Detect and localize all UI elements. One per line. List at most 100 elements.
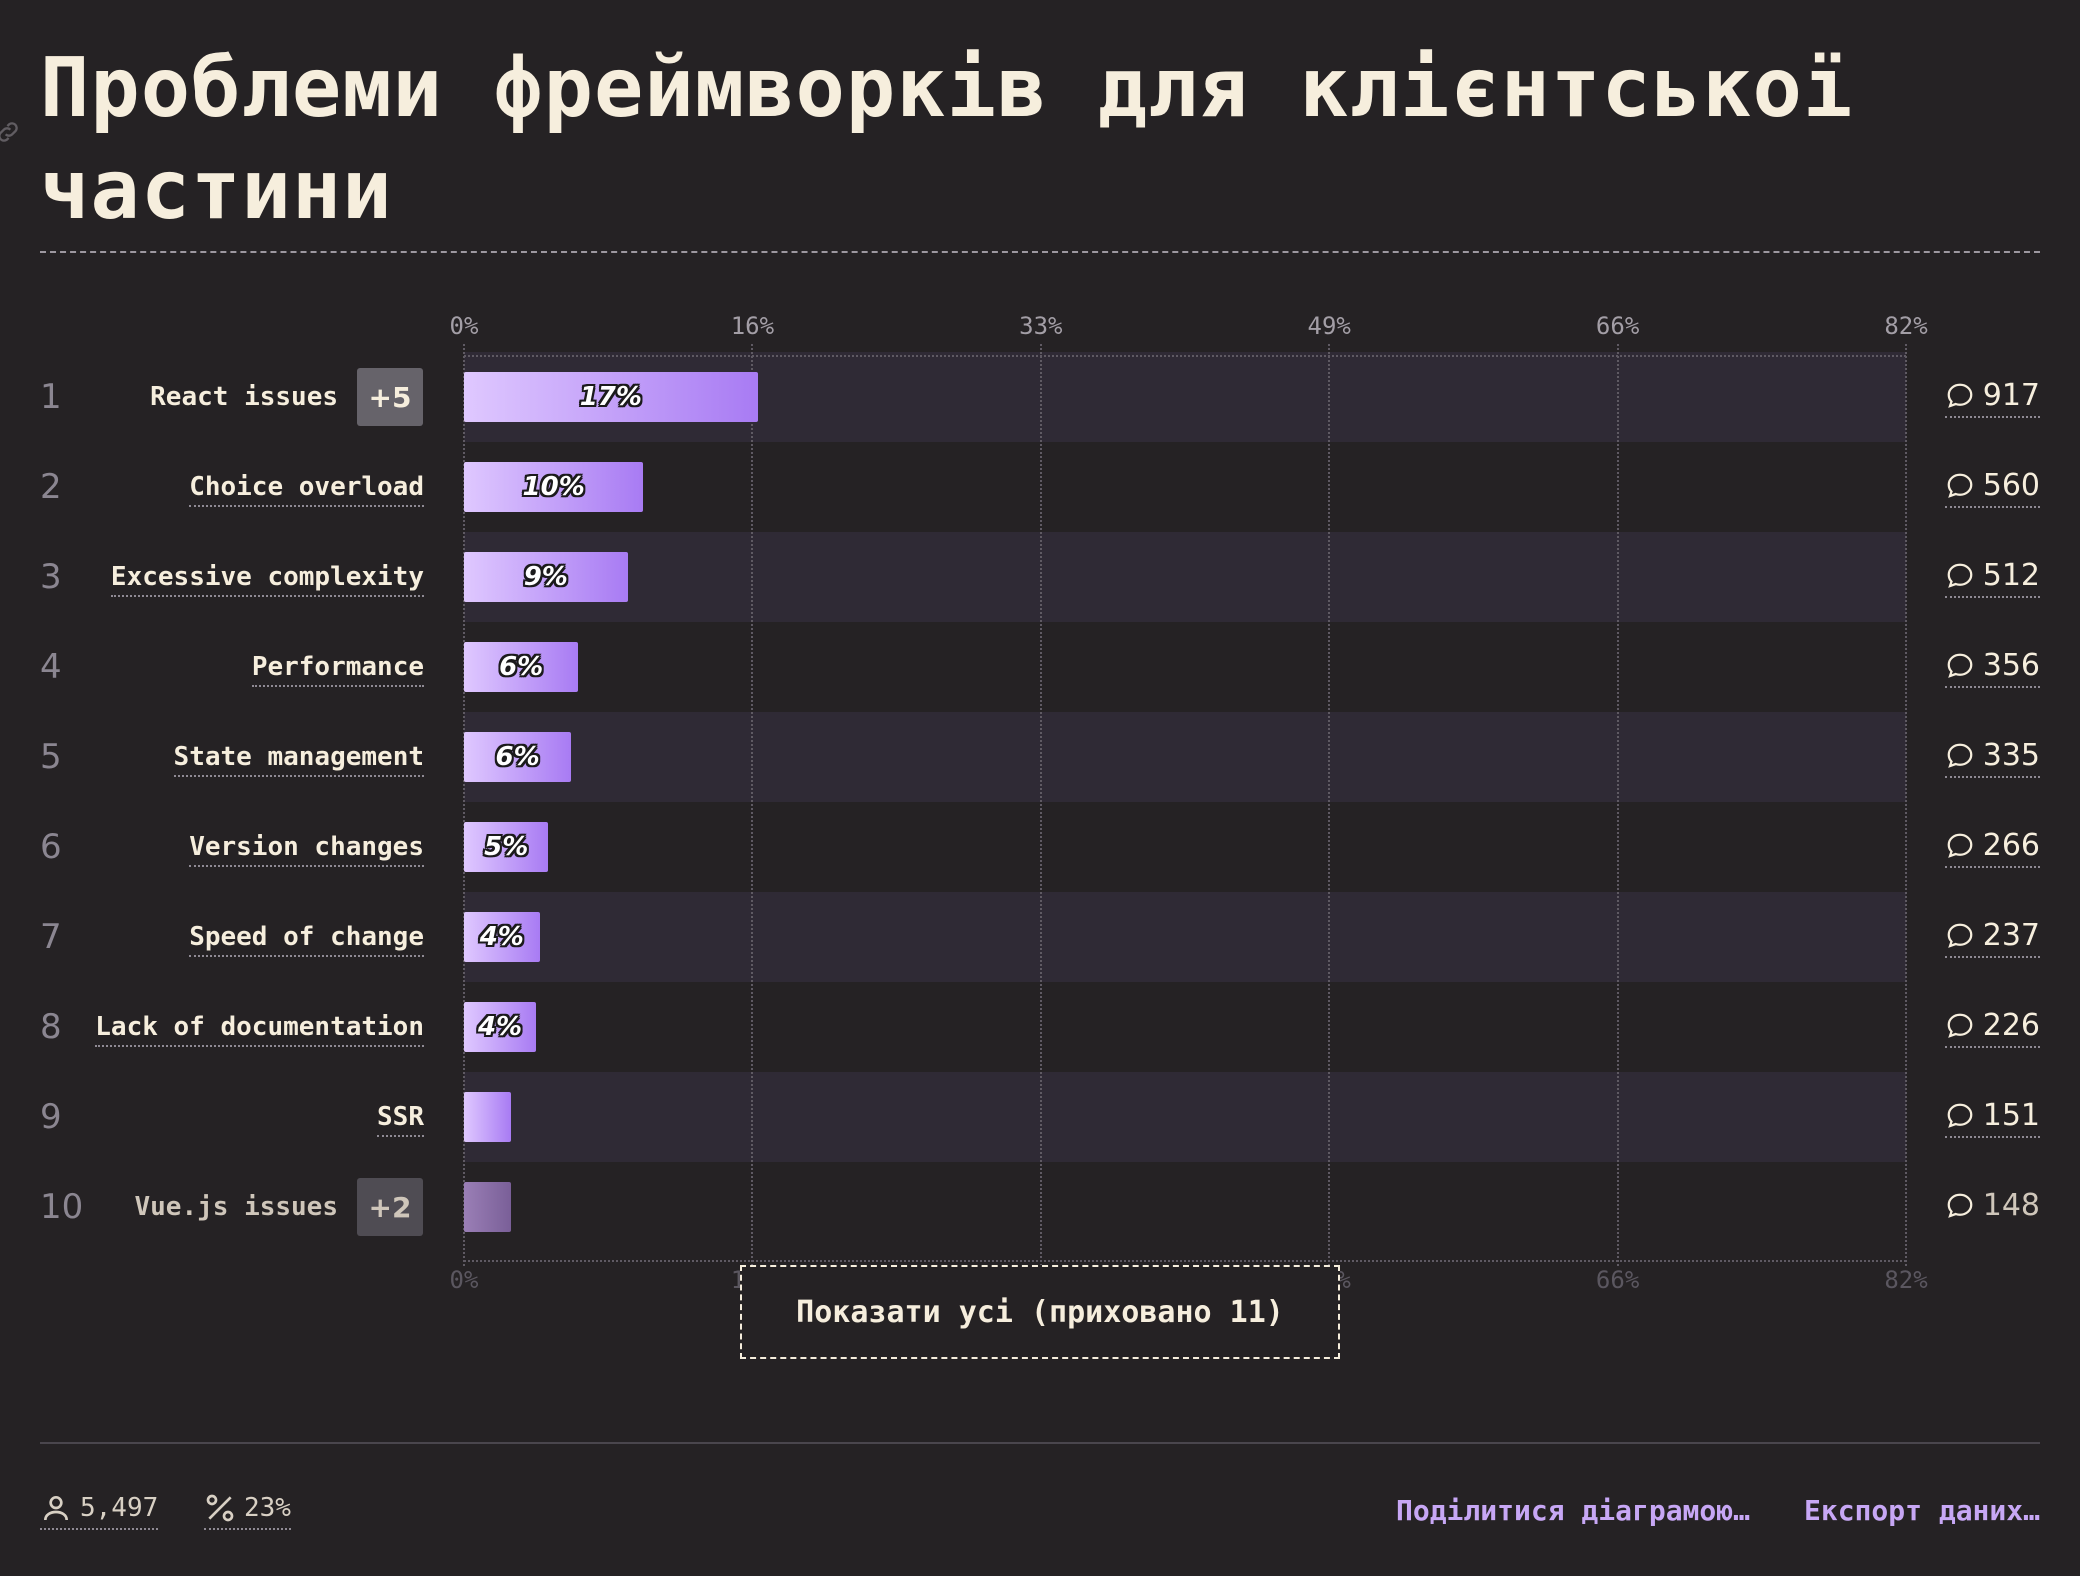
comment-count-value: 560 [1982,468,2040,503]
respondents-count: 5,497 [80,1493,159,1523]
comment-count[interactable]: 148 [1945,1186,2040,1226]
percentage-stat[interactable]: 23% [204,1492,291,1530]
x-tick-label: 33% [1019,312,1063,340]
export-data-button[interactable]: Експорт даних… [1804,1494,2040,1527]
percentage-value: 23% [244,1493,291,1523]
x-tick-label: 82% [1884,312,1928,340]
x-tick-label: 66% [1595,312,1640,340]
speech-bubble-icon [1947,833,1973,858]
x-tick-label: 16% [730,312,775,340]
link-icon[interactable] [0,118,22,146]
speech-bubble-icon [1947,563,1973,588]
data-label: 4% [477,1012,523,1042]
x-tick-label-bottom: 66% [1595,1266,1640,1294]
bar-chart: 0%0%16%16%33%33%49%49%66%66%82%82%1React… [0,300,2080,1294]
comment-count[interactable]: 237 [1944,916,2040,958]
rank-number: 2 [40,467,62,507]
comment-count[interactable]: 266 [1944,826,2040,868]
data-label: 17% [579,382,642,412]
title-divider [40,251,2040,253]
x-axis-top-line [464,355,1906,357]
comment-count[interactable]: 560 [1944,466,2040,508]
page-title: Проблеми фреймворків для клієнтської час… [40,41,1854,238]
category-label[interactable]: State management [173,739,424,777]
speech-bubble-icon [1947,1103,1973,1128]
comment-count-value: 266 [1982,828,2040,863]
gridline [1616,344,1619,1266]
rank-number: 7 [40,917,62,957]
comment-count-value: 237 [1982,918,2040,953]
row-background [464,802,1906,892]
data-label: 10% [522,472,585,502]
share-chart-button[interactable]: Поділитися діаграмою… [1396,1494,1750,1527]
row-background [464,982,1906,1072]
rank-number: 6 [40,827,62,867]
data-bar[interactable] [464,1092,512,1142]
comment-count[interactable]: 151 [1944,1096,2040,1138]
data-label: 4% [479,922,524,952]
comment-count[interactable]: 917 [1944,376,2040,418]
speech-bubble-icon [1947,1193,1973,1218]
respondents-stat[interactable]: 5,497 [40,1492,159,1530]
row-background [464,712,1906,802]
speech-bubble-icon [1947,653,1973,678]
row-background [464,1072,1906,1162]
row-background [464,892,1906,982]
user-icon [44,1496,68,1521]
percent-icon [206,1494,234,1522]
category-label[interactable]: Excessive complexity [110,559,424,597]
rank-number: 1 [40,377,62,417]
comment-count[interactable]: 226 [1944,1006,2040,1048]
comment-count-value: 335 [1982,738,2040,773]
row-background [464,442,1906,532]
rank-number: 8 [40,1007,62,1047]
comment-count-value: 917 [1982,378,2040,413]
speech-bubble-icon [1947,923,1973,948]
x-tick-label-bottom: 0% [449,1266,479,1294]
category-label[interactable]: Version changes [189,829,424,867]
data-label: 6% [495,742,540,772]
category-label[interactable]: Lack of documentation [95,1009,424,1047]
data-bar[interactable] [464,1182,512,1232]
comment-count[interactable]: 512 [1944,556,2040,598]
comment-count-value: 226 [1982,1008,2040,1043]
data-label: 5% [484,832,529,862]
speech-bubble-icon [1947,473,1973,498]
speech-bubble-icon [1947,383,1973,408]
comment-count[interactable]: 356 [1944,646,2040,688]
category-label[interactable]: React issues [150,379,338,415]
comment-count-value: 356 [1982,648,2040,683]
gridline [1328,344,1331,1266]
row-background [464,1162,1906,1252]
category-label[interactable]: SSR [377,1099,424,1137]
speech-bubble-icon [1947,1013,1973,1038]
comment-count-value: 148 [1982,1188,2040,1223]
comment-count-value: 151 [1982,1098,2040,1133]
gridline [1039,344,1042,1266]
expand-badge[interactable]: +2 [357,1178,423,1236]
category-label[interactable]: Choice overload [189,469,424,507]
expand-badge[interactable]: +5 [357,368,423,426]
comment-count[interactable]: 335 [1944,736,2040,778]
rank-number: 10 [40,1187,84,1227]
x-tick-label: 49% [1307,312,1351,340]
category-label[interactable]: Performance [251,649,424,687]
footer-divider [40,1442,2040,1444]
category-label[interactable]: Vue.js issues [135,1189,339,1225]
data-label: 9% [523,562,568,592]
gridline [1905,344,1907,1266]
rank-number: 5 [40,737,62,777]
data-label: 6% [499,652,544,682]
row-background [464,532,1906,622]
x-axis-bottom-line [464,1260,1906,1262]
show-all-button[interactable]: Показати усі (приховано 11) [740,1265,1340,1359]
category-label[interactable]: Speed of change [189,919,424,957]
x-tick-label-bottom: 82% [1884,1266,1928,1294]
speech-bubble-icon [1947,743,1973,768]
rank-number: 3 [40,557,62,597]
row-background [464,622,1906,712]
x-tick-label: 0% [449,312,479,340]
comment-count-value: 512 [1982,558,2040,593]
gridline [751,344,754,1266]
rank-number: 4 [40,647,62,687]
